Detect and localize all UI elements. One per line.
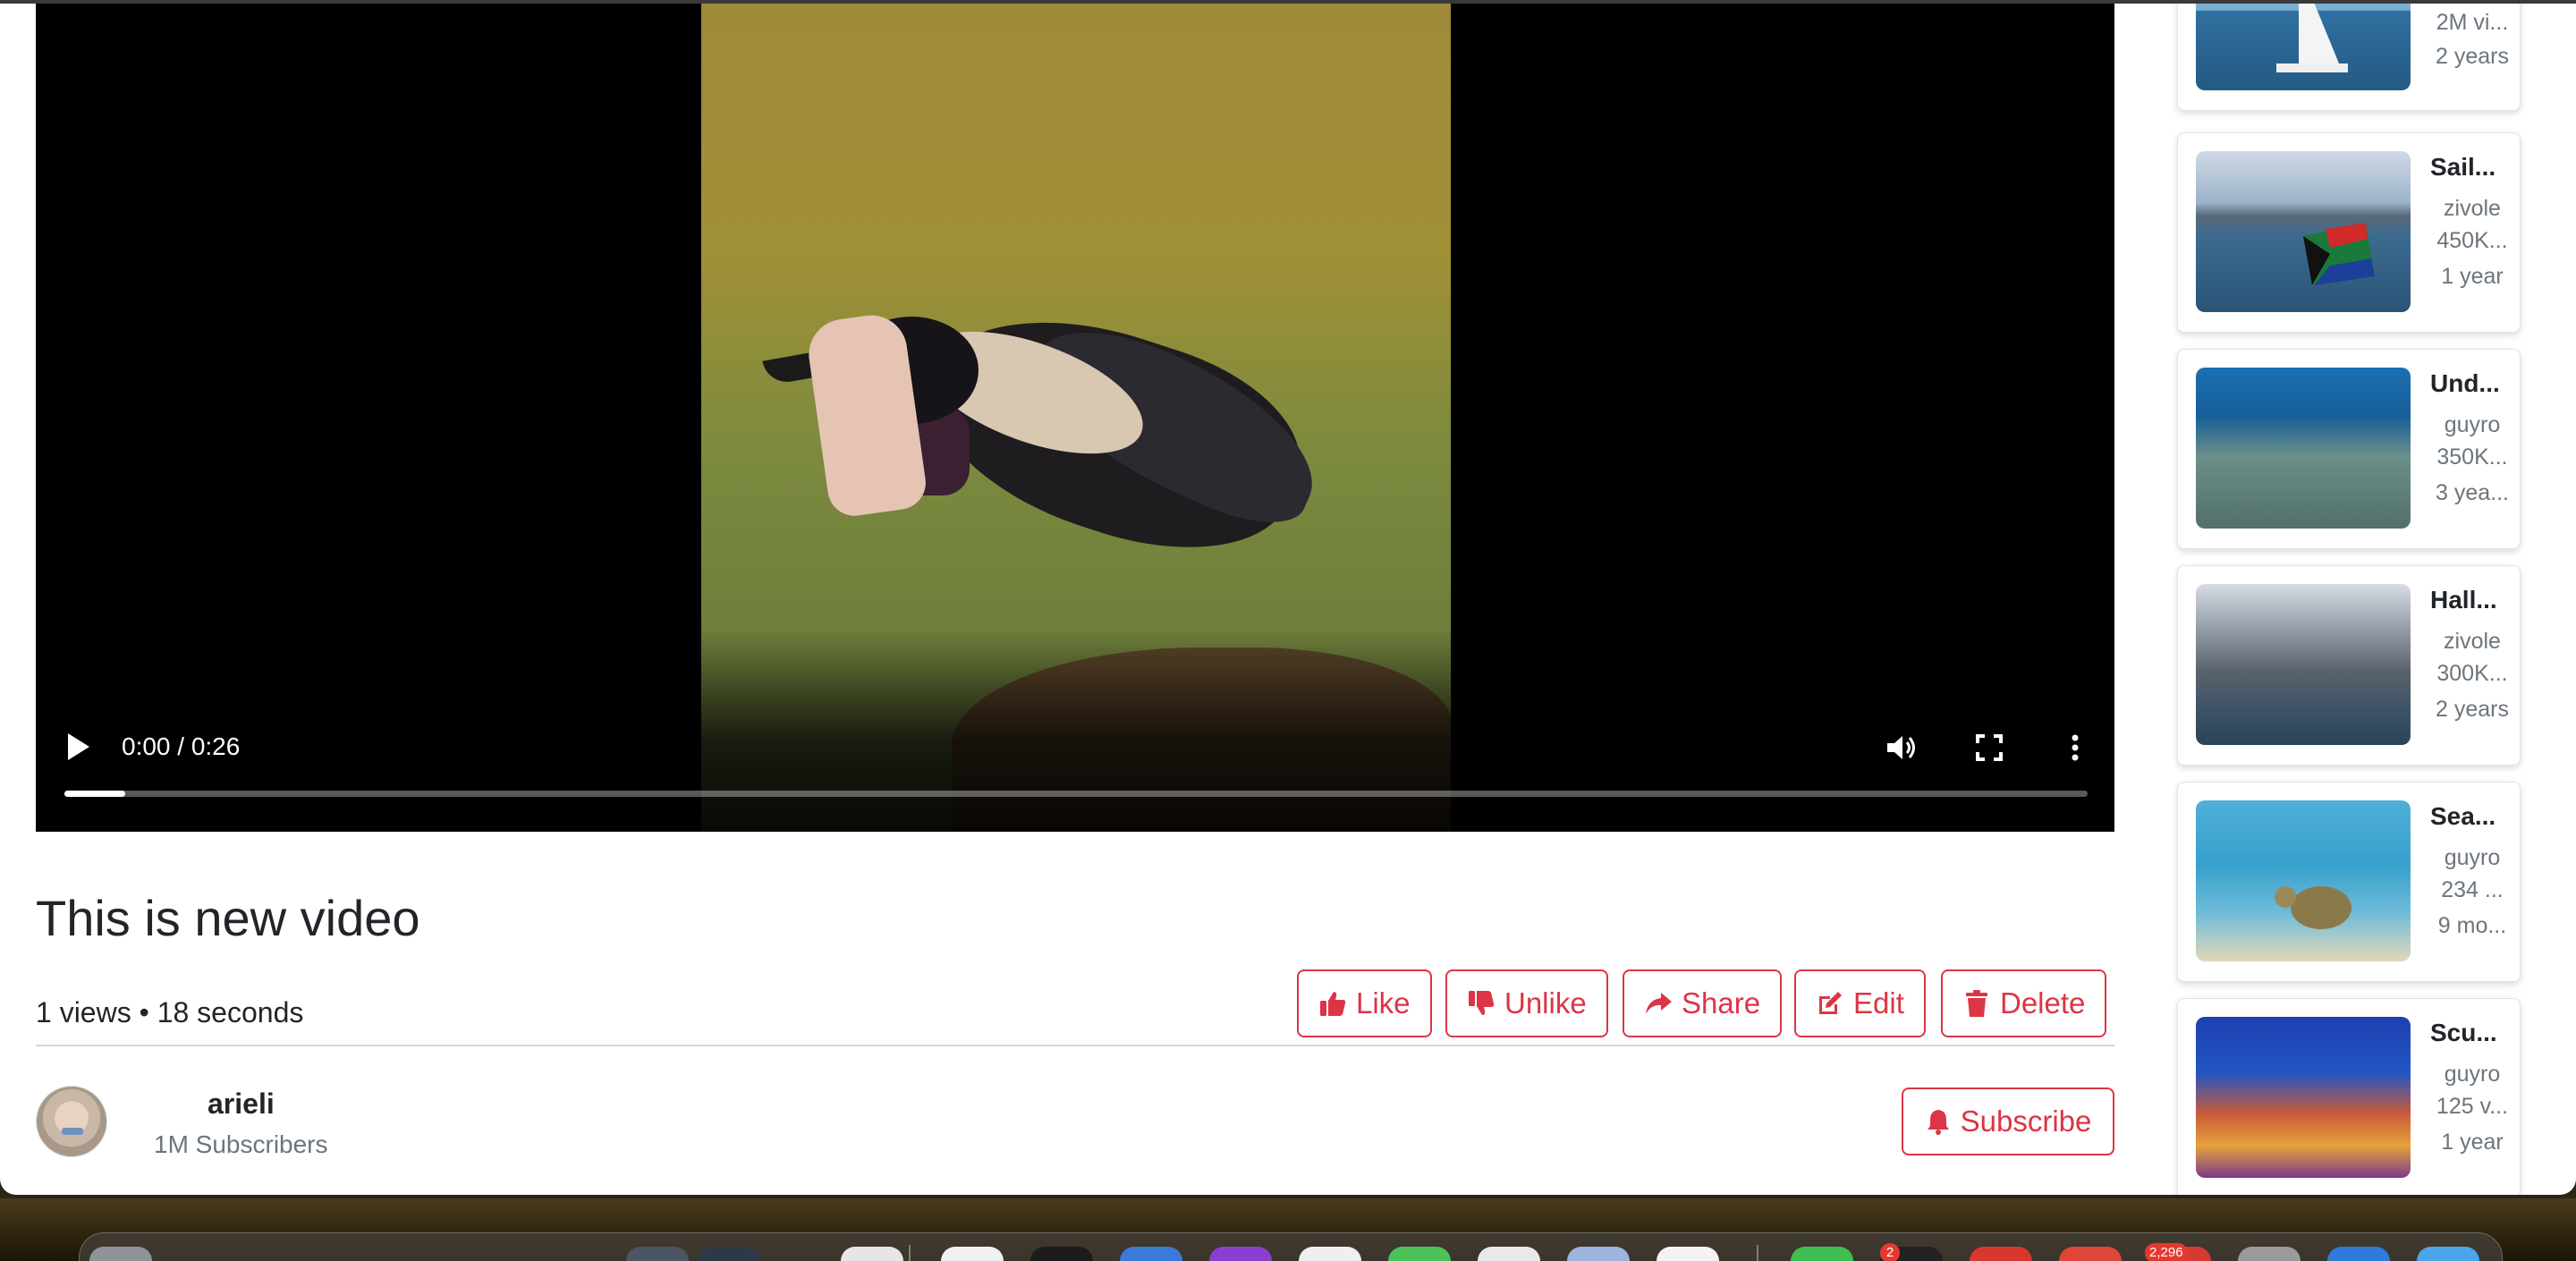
video-progress-fill — [64, 791, 125, 797]
unlike-label: Unlike — [1504, 986, 1587, 1020]
play-icon[interactable] — [66, 732, 91, 762]
related-views: 300K... — [2436, 661, 2508, 686]
related-channel: zivole — [2444, 629, 2501, 654]
related-thumbnail[interactable] — [2196, 584, 2411, 745]
divider — [36, 1045, 2114, 1046]
more-vertical-icon[interactable] — [2057, 730, 2093, 766]
dock-app-icon[interactable] — [841, 1247, 903, 1261]
edit-icon — [1819, 992, 1842, 1014]
sailboat-thumbnail-art — [2276, 4, 2348, 72]
dock-app-icon[interactable] — [2327, 1247, 2390, 1261]
related-age: 3 yea... — [2436, 480, 2509, 505]
avatar-detail — [62, 1128, 83, 1135]
related-thumbnail[interactable] — [2196, 1017, 2411, 1178]
dock-separator — [909, 1245, 911, 1261]
dock-app-icon[interactable] — [626, 1247, 689, 1261]
video-player[interactable]: 0:00 / 0:26 — [36, 4, 2114, 832]
thumbs-down-icon — [1469, 991, 1495, 1015]
trash-icon — [1966, 990, 1987, 1017]
subscribe-label: Subscribe — [1960, 1104, 2092, 1138]
related-video-card[interactable]: Sail... zivole 450K... 1 year — [2177, 132, 2521, 333]
share-arrow-icon — [1646, 993, 1672, 1014]
dock-app-icon[interactable] — [1567, 1247, 1630, 1261]
like-label: Like — [1356, 986, 1411, 1020]
related-video-card[interactable]: 2M vi... 2 years — [2177, 4, 2521, 111]
unlike-button[interactable]: Unlike — [1445, 969, 1608, 1037]
related-views: 450K... — [2436, 228, 2508, 253]
dock-app-icon[interactable] — [2059, 1247, 2122, 1261]
dock-app-icon[interactable] — [698, 1247, 760, 1261]
related-thumbnail[interactable] — [2196, 800, 2411, 961]
volume-icon[interactable] — [1884, 730, 1919, 766]
related-video-card[interactable]: Hall... zivole 300K... 2 years — [2177, 565, 2521, 766]
dock-app-icon[interactable] — [1299, 1247, 1361, 1261]
dock-app-icon[interactable] — [1209, 1247, 1272, 1261]
dock-app-icon[interactable] — [1388, 1247, 1451, 1261]
related-title: Scu... — [2430, 1019, 2497, 1046]
related-title: Sea... — [2430, 802, 2496, 830]
dock-separator — [1757, 1245, 1758, 1261]
edit-button[interactable]: Edit — [1794, 969, 1926, 1037]
related-channel: guyro — [2444, 845, 2501, 870]
related-channel: guyro — [2444, 412, 2501, 437]
delete-button[interactable]: Delete — [1941, 969, 2107, 1037]
turtle-thumbnail-art — [2275, 886, 2351, 929]
subscribe-button[interactable]: Subscribe — [1902, 1088, 2114, 1155]
bell-icon — [1927, 1110, 1949, 1135]
dock-app-icon[interactable] — [89, 1247, 152, 1261]
dock-app-icon[interactable] — [941, 1247, 1004, 1261]
related-video-card[interactable]: Sea... guyro 234 ... 9 mo... — [2177, 782, 2521, 982]
fullscreen-icon[interactable] — [1971, 730, 2007, 766]
related-thumbnail[interactable] — [2196, 368, 2411, 529]
share-label: Share — [1682, 986, 1761, 1020]
video-stats: 1 views • 18 seconds — [36, 996, 304, 1028]
related-views: 2M vi... — [2436, 10, 2509, 35]
related-views: 125 v... — [2436, 1094, 2509, 1119]
dock-app-icon[interactable] — [1791, 1247, 1853, 1261]
delete-label: Delete — [2000, 986, 2086, 1020]
related-age: 2 years — [2436, 44, 2509, 69]
related-age: 2 years — [2436, 697, 2509, 722]
related-channel: guyro — [2444, 1062, 2501, 1087]
dock-app-icon[interactable] — [1657, 1247, 1719, 1261]
related-age: 1 year — [2441, 264, 2504, 289]
browser-page: 0:00 / 0:26 This is new video 1 views • … — [0, 0, 2576, 1195]
video-progress-bar[interactable] — [64, 791, 2088, 797]
related-views: 350K... — [2436, 444, 2508, 470]
dock-app-icon[interactable] — [1120, 1247, 1182, 1261]
dock-app-icon[interactable] — [1970, 1247, 2032, 1261]
dock-badge: 2,296 — [2145, 1243, 2188, 1261]
related-title: Hall... — [2430, 586, 2497, 614]
channel-name[interactable]: arieli — [208, 1088, 275, 1121]
thumbs-up-icon — [1320, 992, 1346, 1016]
related-video-card[interactable]: Und... guyro 350K... 3 yea... — [2177, 349, 2521, 549]
dock — [79, 1232, 2503, 1261]
share-button[interactable]: Share — [1623, 969, 1783, 1037]
avatar[interactable] — [36, 1086, 107, 1157]
like-button[interactable]: Like — [1297, 969, 1432, 1037]
related-thumbnail[interactable] — [2196, 151, 2411, 312]
related-video-card[interactable]: Scu... guyro 125 v... 1 year — [2177, 998, 2521, 1195]
dock-app-icon[interactable] — [2417, 1247, 2479, 1261]
related-thumbnail[interactable] — [2196, 4, 2411, 90]
related-views: 234 ... — [2441, 877, 2504, 902]
related-channel: zivole — [2444, 196, 2501, 221]
video-controls-overlay — [36, 630, 2114, 832]
video-time: 0:00 / 0:26 — [122, 732, 241, 760]
flag-thumbnail-art — [2303, 223, 2375, 285]
edit-label: Edit — [1853, 986, 1904, 1020]
dock-app-icon[interactable] — [1030, 1247, 1093, 1261]
video-title: This is new video — [36, 890, 420, 946]
related-age: 9 mo... — [2437, 913, 2507, 938]
subscriber-count: 1M Subscribers — [154, 1130, 328, 1158]
related-title: Sail... — [2430, 153, 2496, 181]
dock-app-icon[interactable] — [1478, 1247, 1540, 1261]
dock-badge: 2 — [1880, 1243, 1900, 1261]
related-title: Und... — [2430, 369, 2500, 397]
dock-app-icon[interactable] — [2238, 1247, 2301, 1261]
related-age: 1 year — [2441, 1130, 2504, 1155]
